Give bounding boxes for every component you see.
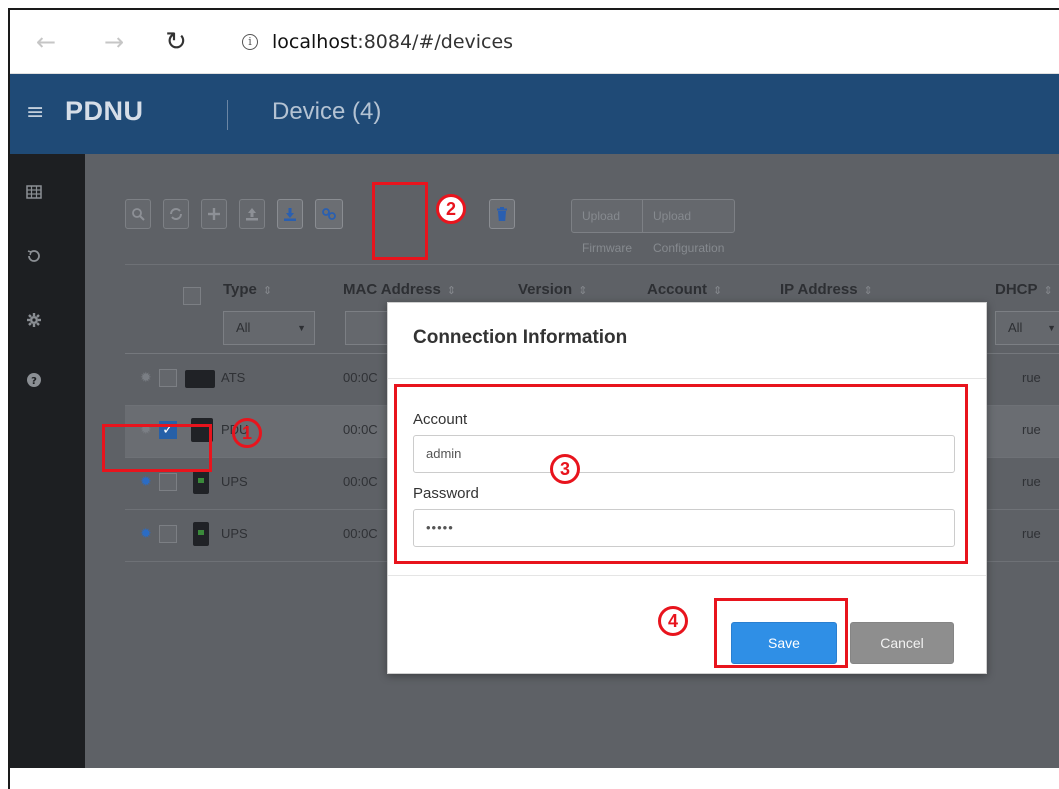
column-type-label: Type (223, 281, 257, 298)
sidebar: ? (10, 154, 85, 789)
search-icon[interactable] (125, 199, 151, 229)
sort-icon: ⇕ (713, 285, 723, 297)
help-icon[interactable]: ? (26, 372, 42, 388)
row-dhcp: rue (1022, 370, 1041, 385)
row-dhcp: rue (1022, 422, 1041, 437)
dhcp-filter-select[interactable]: All ▼ (995, 311, 1059, 345)
page-bottom (10, 768, 1059, 789)
url-host: localhost (272, 31, 358, 53)
app-header: ≡ PDNU Device (4) (10, 74, 1059, 154)
row-mac: 00:0C (343, 474, 378, 489)
refresh-icon[interactable] (163, 199, 189, 229)
column-account[interactable]: Account ⇕ (647, 281, 722, 298)
row-checkbox[interactable] (159, 369, 177, 387)
url-path: :8084/#/devices (357, 31, 514, 53)
delete-icon[interactable] (489, 199, 515, 229)
type-filter-select[interactable]: All ▼ (223, 311, 315, 345)
download-icon[interactable] (277, 199, 303, 229)
row-type: UPS (221, 526, 248, 541)
browser-toolbar: ← → ↻ i localhost:8084/#/devices (10, 10, 1059, 74)
history-icon[interactable] (26, 248, 42, 264)
row-type: ATS (221, 370, 246, 385)
annotation-step-2: 2 (436, 194, 466, 224)
ups-device-icon (193, 470, 209, 494)
row-mac: 00:0C (343, 526, 378, 541)
annotation-box-3 (394, 384, 968, 564)
settings-icon[interactable] (26, 312, 42, 328)
row-dhcp: rue (1022, 474, 1041, 489)
column-mac-label: MAC Address (343, 281, 441, 298)
menu-icon[interactable]: ≡ (26, 100, 44, 126)
column-type[interactable]: Type ⇕ (223, 281, 272, 298)
dialog-divider (388, 378, 986, 379)
dhcp-filter-value: All (1008, 320, 1023, 335)
column-dhcp[interactable]: DHCP ⇕ (995, 281, 1053, 298)
svg-text:?: ? (31, 376, 37, 387)
app-logo: PDNU (65, 96, 144, 126)
dialog-footer-divider (388, 575, 986, 576)
row-type: UPS (221, 474, 248, 489)
row-mac: 00:0C (343, 370, 378, 385)
type-filter-value: All (236, 320, 251, 335)
annotation-step-4: 4 (658, 606, 688, 636)
grid-icon[interactable] (26, 184, 42, 200)
screenshot-frame: ← → ↻ i localhost:8084/#/devices ≡ PDNU … (8, 8, 1059, 789)
upload-firmware-button[interactable]: Upload Firmware (572, 200, 643, 255)
column-mac-address[interactable]: MAC Address ⇕ (343, 281, 456, 298)
address-bar[interactable]: localhost:8084/#/devices (272, 31, 513, 53)
cancel-button[interactable]: Cancel (850, 622, 954, 664)
row-dhcp: rue (1022, 526, 1041, 541)
gear-icon[interactable]: ✹ (140, 371, 154, 385)
sort-icon: ⇕ (446, 285, 457, 297)
page-title: Device (4) (272, 98, 382, 125)
link-icon[interactable] (315, 199, 343, 229)
header-divider (227, 100, 228, 130)
upload-configuration-button[interactable]: Upload Configuration (643, 200, 734, 255)
annotation-step-3: 3 (550, 454, 580, 484)
site-info-icon[interactable]: i (242, 34, 258, 50)
row-checkbox[interactable] (159, 525, 177, 543)
gear-icon[interactable]: ✹ (140, 475, 154, 489)
column-ip-address[interactable]: IP Address ⇕ (780, 281, 873, 298)
dialog-title: Connection Information (413, 327, 628, 348)
column-dhcp-label: DHCP (995, 281, 1038, 298)
select-all-checkbox[interactable] (183, 287, 201, 305)
forward-icon[interactable]: → (100, 28, 128, 56)
chevron-down-icon: ▼ (1047, 323, 1056, 333)
sort-icon: ⇕ (262, 285, 273, 297)
sort-icon: ⇕ (863, 285, 873, 297)
column-ip-label: IP Address (780, 281, 858, 298)
chevron-down-icon: ▼ (297, 323, 306, 333)
row-mac: 00:0C (343, 422, 378, 437)
reload-icon[interactable]: ↻ (162, 28, 190, 56)
sort-icon: ⇕ (578, 285, 588, 297)
column-account-label: Account (647, 281, 707, 298)
gear-icon[interactable]: ✹ (140, 527, 154, 541)
annotation-step-1: 1 (232, 418, 262, 448)
annotation-box-4 (714, 598, 848, 668)
column-version-label: Version (518, 281, 573, 298)
upload-button-group: Upload Firmware Upload Configuration (571, 199, 736, 255)
ups-device-icon (193, 522, 209, 546)
sort-icon: ⇕ (1043, 285, 1053, 297)
add-icon[interactable] (201, 199, 227, 229)
annotation-box-2 (372, 182, 428, 260)
column-version[interactable]: Version ⇕ (518, 281, 587, 298)
annotation-box-1 (102, 424, 212, 472)
ats-device-icon (185, 370, 215, 388)
back-icon[interactable]: ← (32, 28, 60, 56)
row-checkbox[interactable] (159, 473, 177, 491)
upload-icon[interactable] (239, 199, 265, 229)
